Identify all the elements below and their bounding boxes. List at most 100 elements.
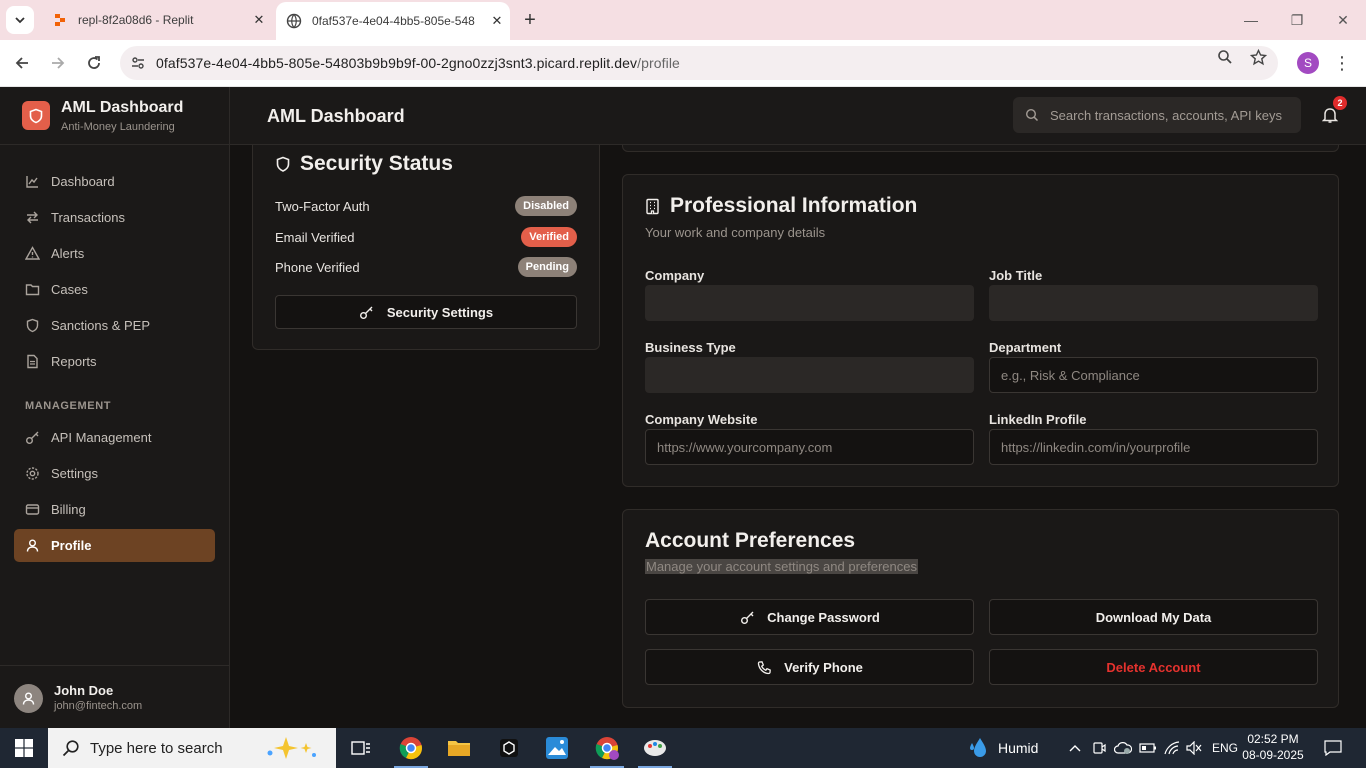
security-status-card: Security Status Two-Factor Auth Disabled… [252, 145, 600, 350]
alert-triangle-icon [24, 246, 40, 262]
taskbar-clock[interactable]: 02:52 PM 08-09-2025 [1242, 731, 1304, 763]
window-close-button[interactable]: ✕ [1320, 0, 1366, 40]
browser-menu-icon[interactable]: ⋮ [1333, 52, 1351, 74]
browser-toolbar: 0faf537e-4e04-4bb5-805e-54803b9b9b9f-00-… [0, 40, 1366, 87]
weather-text: Humid [998, 740, 1039, 756]
zoom-icon[interactable] [1216, 48, 1234, 66]
change-password-button[interactable]: Change Password [645, 599, 974, 635]
arrows-icon [24, 210, 40, 226]
sidebar-item-settings[interactable]: Settings [14, 457, 215, 490]
user-account[interactable]: John Doe john@fintech.com [0, 665, 229, 728]
search-icon [1024, 107, 1040, 123]
user-icon [22, 692, 35, 705]
taskbar-search-input[interactable]: Type here to search [48, 728, 336, 768]
security-status-title: Security Status [275, 152, 453, 176]
file-explorer-icon[interactable] [436, 728, 482, 768]
paint-app-icon[interactable] [632, 728, 678, 768]
avatar [14, 684, 43, 713]
professional-info-heading: Professional Information [670, 194, 918, 217]
start-button[interactable] [0, 728, 48, 768]
management-section-label: MANAGEMENT [25, 400, 112, 412]
address-bar[interactable]: 0faf537e-4e04-4bb5-805e-54803b9b9b9f-00-… [120, 46, 1278, 80]
security-row-label: Two-Factor Auth [275, 198, 370, 214]
sidebar-item-transactions[interactable]: Transactions [14, 201, 215, 234]
water-drop-icon [970, 738, 986, 757]
button-label: Security Settings [386, 304, 494, 320]
status-badge: Disabled [515, 196, 577, 216]
professional-info-card: Professional Information Your work and c… [622, 174, 1339, 487]
security-row-label: Phone Verified [275, 259, 360, 275]
speaker-muted-icon[interactable] [1186, 728, 1202, 768]
job-title-field[interactable] [989, 285, 1318, 321]
company-website-field[interactable]: https://www.yourcompany.com [645, 429, 974, 465]
browser-profile-avatar[interactable]: S [1297, 52, 1319, 74]
close-icon[interactable]: ✕ [484, 13, 510, 29]
photos-app-icon[interactable] [534, 728, 580, 768]
bookmark-star-icon[interactable] [1249, 48, 1267, 66]
chart-line-icon [24, 174, 40, 190]
sidebar-item-api-management[interactable]: API Management [14, 421, 215, 454]
close-icon[interactable]: ✕ [246, 12, 272, 28]
linkedin-label: LinkedIn Profile [989, 412, 1087, 427]
forward-button[interactable] [45, 50, 71, 76]
delete-account-button[interactable]: Delete Account [989, 649, 1318, 685]
button-label: Verify Phone [784, 659, 863, 675]
sidebar-item-label: Reports [51, 354, 97, 369]
app-cube-icon[interactable] [486, 728, 532, 768]
sidebar-item-billing[interactable]: Billing [14, 493, 215, 526]
reload-button[interactable] [81, 50, 107, 76]
card-icon [24, 502, 40, 518]
wifi-icon[interactable] [1163, 728, 1181, 768]
company-field[interactable] [645, 285, 974, 321]
page-title: AML Dashboard [267, 106, 405, 126]
status-badge: Pending [517, 257, 577, 277]
meet-now-icon[interactable] [1092, 728, 1106, 768]
search-input[interactable]: Search transactions, accounts, API keys [1013, 97, 1301, 133]
site-info-icon[interactable] [120, 55, 156, 71]
download-data-button[interactable]: Download My Data [989, 599, 1318, 635]
browser-tab-profile[interactable]: 0faf537e-4e04-4bb5-805e-548 ✕ [276, 2, 510, 40]
clock-date: 08-09-2025 [1242, 748, 1304, 762]
language-indicator[interactable]: ENG [1212, 728, 1238, 768]
browser-tab-replit[interactable]: repl-8f2a08d6 - Replit ✕ [40, 0, 272, 40]
security-settings-button[interactable]: Security Settings [275, 295, 577, 329]
search-icon [62, 740, 79, 757]
user-icon [24, 538, 40, 554]
onedrive-icon[interactable] [1114, 728, 1132, 768]
sidebar-item-sanctions[interactable]: Sanctions & PEP [14, 309, 215, 342]
linkedin-field[interactable]: https://linkedin.com/in/yourprofile [989, 429, 1318, 465]
taskbar-search-placeholder: Type here to search [90, 739, 223, 757]
task-view-icon[interactable] [338, 728, 384, 768]
company-website-label: Company Website [645, 412, 758, 427]
chrome-icon[interactable] [388, 728, 434, 768]
sidebar-item-reports[interactable]: Reports [14, 345, 215, 378]
sidebar-item-cases[interactable]: Cases [14, 273, 215, 306]
restore-button[interactable]: ❐ [1274, 0, 1320, 40]
new-tab-button[interactable]: + [518, 8, 542, 32]
globe-icon [286, 13, 302, 29]
url-text: 0faf537e-4e04-4bb5-805e-54803b9b9b9f-00-… [156, 55, 680, 71]
chrome-profile-icon[interactable] [584, 728, 630, 768]
tab-search-button[interactable] [6, 6, 34, 34]
security-row-label: Email Verified [275, 229, 355, 245]
business-type-field[interactable] [645, 357, 974, 393]
shield-icon [276, 156, 290, 172]
department-field[interactable]: e.g., Risk & Compliance [989, 357, 1318, 393]
professional-info-subtitle: Your work and company details [645, 225, 826, 240]
sidebar-item-alerts[interactable]: Alerts [14, 237, 215, 270]
chevron-up-icon[interactable] [1068, 728, 1082, 768]
battery-icon[interactable] [1139, 728, 1157, 768]
sidebar-item-dashboard[interactable]: Dashboard [14, 165, 215, 198]
shield-icon [24, 318, 40, 334]
sidebar-item-profile[interactable]: Profile [14, 529, 215, 562]
status-badge: Verified [521, 227, 577, 247]
sidebar-item-label: Profile [51, 538, 92, 553]
verify-phone-button[interactable]: Verify Phone [645, 649, 974, 685]
browser-tab-bar: repl-8f2a08d6 - Replit ✕ 0faf537e-4e04-4… [0, 0, 1366, 40]
sidebar-item-label: Billing [51, 502, 86, 517]
business-type-label: Business Type [645, 340, 736, 355]
notifications-icon[interactable] [1324, 728, 1342, 768]
back-button[interactable] [9, 50, 35, 76]
weather-widget[interactable]: Humid [968, 728, 1038, 768]
minimize-button[interactable]: — [1228, 0, 1274, 40]
